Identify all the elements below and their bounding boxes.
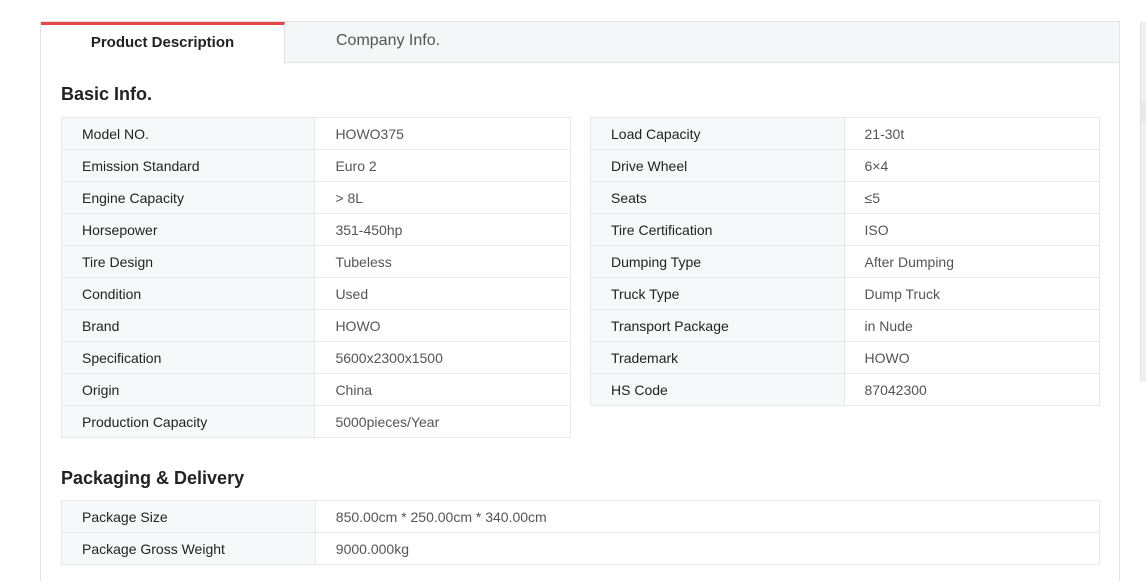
spec-key: Production Capacity — [60, 405, 316, 438]
spec-key: Trademark — [590, 341, 845, 374]
spec-key: Package Size — [61, 500, 316, 533]
table-row: Drive Wheel 6×4 — [590, 149, 1101, 182]
table-row: Tire Certification ISO — [590, 213, 1101, 246]
table-row: Package Size 850.00cm * 250.00cm * 340.00… — [61, 500, 1101, 533]
spec-key: Load Capacity — [590, 117, 845, 150]
spec-value: 5600x2300x1500 — [314, 341, 571, 374]
spec-key: Truck Type — [590, 277, 845, 310]
table-row: Engine Capacity > 8L — [60, 181, 571, 214]
product-detail-panel: Product Description Company Info. Basic … — [40, 21, 1120, 581]
spec-key: Tire Certification — [590, 213, 845, 246]
spec-key: Specification — [60, 341, 316, 374]
spec-key: Seats — [590, 181, 845, 214]
spec-key: Dumping Type — [590, 245, 845, 278]
table-row: Load Capacity 21-30t — [590, 117, 1101, 150]
spec-key: Condition — [60, 277, 316, 310]
spec-value: 850.00cm * 250.00cm * 340.00cm — [314, 500, 1101, 533]
spec-value: HOWO — [314, 309, 571, 342]
table-row: Specification 5600x2300x1500 — [60, 341, 571, 374]
table-row: Condition Used — [60, 277, 571, 310]
table-row: Truck Type Dump Truck — [590, 277, 1101, 310]
table-row: Seats ≤5 — [590, 181, 1101, 214]
spec-key: Model NO. — [60, 117, 316, 150]
spec-value: Tubeless — [314, 245, 571, 278]
table-row: Brand HOWO — [60, 309, 571, 342]
table-row: Trademark HOWO — [590, 341, 1101, 374]
spec-key: Brand — [60, 309, 316, 342]
table-row: Horsepower 351-450hp — [60, 213, 571, 246]
spec-value: HOWO — [843, 341, 1101, 374]
table-row: Package Gross Weight 9000.000kg — [61, 532, 1101, 565]
spec-value: HOWO375 — [314, 117, 571, 150]
table-row: Origin China — [60, 373, 571, 406]
spec-value: 351-450hp — [314, 213, 571, 246]
spec-key: Tire Design — [60, 245, 316, 278]
table-row: Model NO. HOWO375 — [60, 117, 571, 150]
table-row: Production Capacity 5000pieces/Year — [60, 405, 571, 438]
table-row: HS Code 87042300 — [590, 373, 1101, 406]
spec-value: in Nude — [843, 309, 1101, 342]
spec-value: 6×4 — [843, 149, 1101, 182]
spec-key: Drive Wheel — [590, 149, 845, 182]
spec-value: After Dumping — [843, 245, 1101, 278]
spec-value: Used — [314, 277, 571, 310]
basic-info-table-left: Model NO. HOWO375 Emission Standard Euro 2E… — [60, 117, 571, 438]
spec-key: Emission Standard — [60, 149, 316, 182]
table-row: Dumping Type After Dumping — [590, 245, 1101, 278]
spec-key: HS Code — [590, 373, 845, 406]
table-row: Tire Design Tubeless — [60, 245, 571, 278]
side-panel-edge — [1140, 22, 1146, 382]
spec-value: 87042300 — [843, 373, 1101, 406]
table-row: Emission Standard Euro 2 — [60, 149, 571, 182]
tab-bar: Product Description Company Info. — [41, 22, 1119, 64]
spec-key: Package Gross Weight — [61, 532, 316, 565]
spec-value: 9000.000kg — [314, 532, 1101, 565]
tab-company-info[interactable]: Company Info. — [336, 22, 440, 63]
basic-info-table-right: Load Capacity 21-30t Drive Wheel 6×4 Seats ≤5… — [590, 117, 1101, 406]
spec-key: Horsepower — [60, 213, 316, 246]
spec-key: Transport Package — [590, 309, 845, 342]
tab-product-description[interactable]: Product Description — [41, 22, 285, 64]
spec-value: 21-30t — [843, 117, 1101, 150]
spec-value: China — [314, 373, 571, 406]
packaging-table: Package Size 850.00cm * 250.00cm * 340.00… — [61, 500, 1101, 565]
spec-value: ≤5 — [843, 181, 1101, 214]
packaging-delivery-title: Packaging & Delivery — [61, 468, 245, 488]
spec-value: Dump Truck — [843, 277, 1101, 310]
spec-value: ISO — [843, 213, 1101, 246]
spec-key: Engine Capacity — [60, 181, 316, 214]
table-row: Transport Package in Nude — [590, 309, 1101, 342]
spec-value: > 8L — [314, 181, 571, 214]
basic-info-title: Basic Info. — [61, 84, 153, 104]
spec-key: Origin — [60, 373, 316, 406]
spec-value: 5000pieces/Year — [314, 405, 571, 438]
spec-value: Euro 2 — [314, 149, 571, 182]
